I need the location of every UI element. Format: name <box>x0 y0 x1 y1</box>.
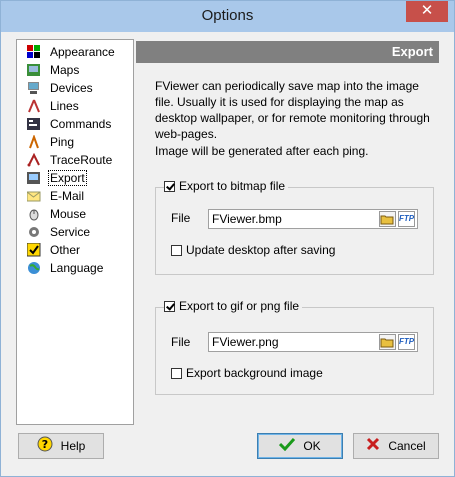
bitmap-export-checkbox-row[interactable]: Export to bitmap file <box>164 179 289 193</box>
sidebar-item-label: TraceRoute <box>50 153 113 167</box>
gif-export-checkbox-row[interactable]: Export to gif or png file <box>164 299 303 313</box>
sidebar-item-label: Export <box>48 170 87 186</box>
maps-icon <box>27 63 41 77</box>
export-background-checkbox[interactable] <box>171 367 182 379</box>
update-desktop-checkbox[interactable] <box>171 244 182 256</box>
sidebar-item-service[interactable]: Service <box>17 223 133 241</box>
sidebar-item-traceroute[interactable]: TraceRoute <box>17 151 133 169</box>
appearance-icon <box>27 45 41 59</box>
options-category-list[interactable]: Appearance Maps Devices Lines Commands P… <box>16 39 134 425</box>
sidebar-item-export[interactable]: Export <box>17 169 133 187</box>
gif-file-field[interactable]: FTP <box>208 332 418 352</box>
language-icon <box>27 261 41 275</box>
sidebar-item-appearance[interactable]: Appearance <box>17 43 133 61</box>
gif-export-label: Export to gif or png file <box>179 299 300 313</box>
ftp-icon: FTP <box>399 214 415 223</box>
ok-button[interactable]: OK <box>257 433 343 459</box>
update-desktop-row[interactable]: Update desktop after saving <box>171 243 335 257</box>
service-icon <box>27 225 41 239</box>
export-background-row[interactable]: Export background image <box>171 366 323 380</box>
sidebar-item-devices[interactable]: Devices <box>17 79 133 97</box>
cancel-x-icon <box>366 437 380 456</box>
traceroute-icon <box>27 152 41 167</box>
ping-icon <box>27 134 41 149</box>
gif-file-label: File <box>171 335 191 349</box>
cancel-button[interactable]: Cancel <box>353 433 439 459</box>
sidebar-item-email[interactable]: E-Mail <box>17 187 133 205</box>
close-icon: ✕ <box>420 2 434 19</box>
sidebar-item-lines[interactable]: Lines <box>17 97 133 115</box>
other-icon <box>26 242 41 257</box>
title-bar: Options ✕ <box>1 1 454 32</box>
gif-export-group: Export to gif or png file File FTP Expor… <box>155 299 434 395</box>
gif-browse-button[interactable] <box>379 334 396 350</box>
cancel-label: Cancel <box>388 439 426 453</box>
options-window: Options ✕ Appearance Maps Devices Lines <box>0 0 455 477</box>
commands-icon <box>27 117 41 131</box>
sidebar-item-label: Language <box>50 261 104 275</box>
bitmap-ftp-button[interactable]: FTP <box>398 211 415 227</box>
sidebar-item-label: Ping <box>50 135 75 149</box>
sidebar-item-label: Other <box>50 243 81 257</box>
export-description: FViewer can periodically save map into t… <box>155 79 430 141</box>
help-icon: ? <box>37 436 53 457</box>
mouse-icon <box>27 207 41 221</box>
gif-file-input[interactable] <box>209 333 365 351</box>
sidebar-item-label: Maps <box>50 63 80 77</box>
sidebar-item-label: Lines <box>50 99 79 113</box>
export-icon <box>27 171 41 185</box>
help-button[interactable]: ? Help <box>18 433 104 459</box>
sidebar-item-ping[interactable]: Ping <box>17 133 133 151</box>
bitmap-export-group: Export to bitmap file File FTP Update de… <box>155 179 434 275</box>
sidebar-item-label: Appearance <box>50 45 115 59</box>
window-title: Options <box>201 7 254 24</box>
sidebar-item-label: Devices <box>50 81 93 95</box>
bitmap-export-checkbox[interactable] <box>164 180 175 192</box>
bitmap-file-input[interactable] <box>209 210 365 228</box>
export-note: Image will be generated after each ping. <box>155 144 369 158</box>
gif-export-checkbox[interactable] <box>164 300 175 312</box>
sidebar-item-label: Commands <box>50 117 112 131</box>
gif-ftp-button[interactable]: FTP <box>398 334 415 350</box>
sidebar-item-maps[interactable]: Maps <box>17 61 133 79</box>
checkmark-icon <box>279 437 296 456</box>
svg-text:?: ? <box>41 438 47 451</box>
panel-header: Export <box>136 41 439 63</box>
ok-label: OK <box>303 439 321 453</box>
panel-title: Export <box>391 44 433 59</box>
ftp-icon: FTP <box>399 337 415 346</box>
sidebar-item-language[interactable]: Language <box>17 259 133 277</box>
sidebar-item-label: Service <box>50 225 91 239</box>
devices-icon <box>27 81 41 95</box>
export-background-label: Export background image <box>186 366 323 380</box>
folder-icon <box>380 215 394 225</box>
email-icon <box>26 189 41 203</box>
help-label: Help <box>60 439 86 453</box>
sidebar-item-commands[interactable]: Commands <box>17 115 133 133</box>
bitmap-browse-button[interactable] <box>379 211 396 227</box>
bitmap-file-label: File <box>171 211 191 225</box>
sidebar-item-other[interactable]: Other <box>17 241 133 259</box>
folder-icon <box>380 338 394 348</box>
close-button[interactable]: ✕ <box>406 1 448 22</box>
bitmap-export-label: Export to bitmap file <box>179 179 286 193</box>
bitmap-file-field[interactable]: FTP <box>208 209 418 229</box>
sidebar-item-label: E-Mail <box>50 189 85 203</box>
sidebar-item-mouse[interactable]: Mouse <box>17 205 133 223</box>
lines-icon <box>27 99 41 113</box>
sidebar-item-label: Mouse <box>50 207 87 221</box>
dialog-client-area: Appearance Maps Devices Lines Commands P… <box>8 32 447 470</box>
update-desktop-label: Update desktop after saving <box>186 243 336 257</box>
